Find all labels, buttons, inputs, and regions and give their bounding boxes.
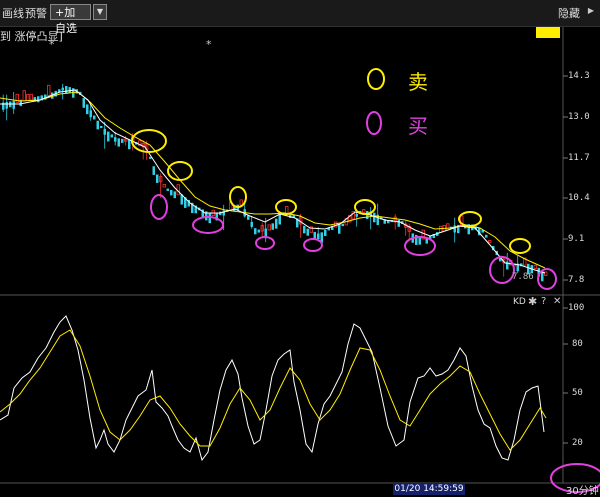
candle (271, 223, 274, 230)
price-axis-label: 9.1 (568, 234, 585, 244)
price-axis-label: 11.7 (568, 153, 590, 163)
kd-axis-label: 50 (572, 388, 583, 398)
candle (96, 120, 99, 130)
help-icon[interactable]: ? (541, 296, 546, 307)
candle (373, 212, 376, 223)
close-icon[interactable]: ✕ (553, 296, 561, 307)
candle (110, 134, 113, 138)
candle (166, 188, 169, 191)
sell-marker (509, 238, 531, 254)
buy-marker (255, 236, 275, 250)
kd-axis-label: 80 (572, 339, 583, 349)
candle (37, 96, 40, 103)
buy-legend-label: 买 (408, 114, 428, 138)
candle (93, 115, 96, 120)
buy-marker (150, 194, 168, 220)
candle (117, 138, 120, 147)
candle (306, 228, 309, 236)
low-price-label: 7.86 (512, 272, 534, 282)
candle (156, 174, 159, 183)
watchlist-dropdown-button[interactable]: ▼ (93, 4, 107, 20)
candle (338, 224, 341, 234)
sell-legend-label: 卖 (408, 70, 428, 94)
candle (313, 231, 316, 239)
sell-marker (229, 186, 247, 208)
crosshair-time-label: 01/20 14:59:59 (393, 483, 465, 495)
buy-legend-icon (366, 111, 382, 135)
alert-button[interactable]: 预警 (25, 5, 47, 21)
candle (68, 87, 71, 94)
candle (254, 228, 257, 235)
sell-markers (131, 129, 531, 254)
candle (488, 239, 492, 243)
candle (162, 183, 166, 188)
chevron-right-icon[interactable]: ▶ (588, 6, 594, 15)
candle (29, 93, 33, 101)
buy-markers (150, 194, 600, 493)
sell-marker (275, 199, 297, 215)
kd-k-line (0, 315, 545, 462)
candle (121, 138, 124, 143)
chevron-down-icon: ▼ (96, 7, 104, 16)
price-axis-label: 14.3 (568, 71, 590, 81)
candle (397, 220, 400, 227)
candle (26, 94, 30, 101)
kd-indicator-label[interactable]: KD (513, 297, 526, 307)
draw-line-button[interactable]: 画线 (2, 5, 24, 21)
add-watchlist-button[interactable]: +加自选 (50, 4, 91, 35)
candle (341, 223, 344, 227)
candle (65, 86, 68, 94)
candle (485, 234, 488, 238)
gear-icon[interactable]: ✱ (528, 295, 537, 308)
candle (267, 224, 271, 231)
star-marker: * (206, 38, 212, 51)
candle (128, 139, 131, 150)
candle (47, 84, 51, 97)
kd-axis-label: 100 (568, 303, 585, 313)
chart-canvas[interactable] (0, 0, 600, 495)
price-axis-label: 13.0 (568, 112, 590, 122)
ma-slow-line (0, 91, 546, 269)
buy-marker (303, 238, 323, 252)
candle (107, 131, 110, 142)
candle (257, 229, 260, 233)
kd-d-line (0, 329, 547, 451)
hide-button[interactable]: 隐藏 (558, 5, 580, 21)
candle (82, 98, 85, 108)
buy-marker (489, 256, 515, 284)
candle (152, 166, 155, 175)
candle (173, 191, 176, 199)
sell-legend-icon (367, 68, 385, 90)
kd-axis-label: 20 (572, 438, 583, 448)
candlesticks (2, 83, 548, 282)
candle (275, 218, 278, 229)
candle (439, 225, 443, 233)
candle (208, 213, 211, 224)
chart-toolbar: 画线 预警 +加自选 ▼ 隐藏 ▶ (0, 0, 600, 35)
buy-marker (192, 216, 224, 234)
candle (22, 90, 26, 102)
candle (362, 209, 366, 213)
star-marker: * (49, 38, 55, 51)
candle (100, 126, 103, 129)
candle (247, 215, 250, 220)
candle (239, 199, 243, 206)
sell-marker (458, 211, 482, 227)
candle (324, 230, 327, 237)
color-swatch (536, 27, 560, 38)
candle (86, 104, 89, 115)
candle (303, 225, 306, 234)
candle (446, 223, 450, 231)
price-axis-label: 10.4 (568, 193, 590, 203)
price-axis-ticks (563, 75, 568, 444)
price-axis-label: 7.8 (568, 275, 585, 285)
sell-marker (131, 129, 167, 153)
candle (170, 190, 173, 196)
candle (533, 264, 537, 269)
sell-marker (167, 161, 193, 181)
candle (278, 214, 281, 225)
